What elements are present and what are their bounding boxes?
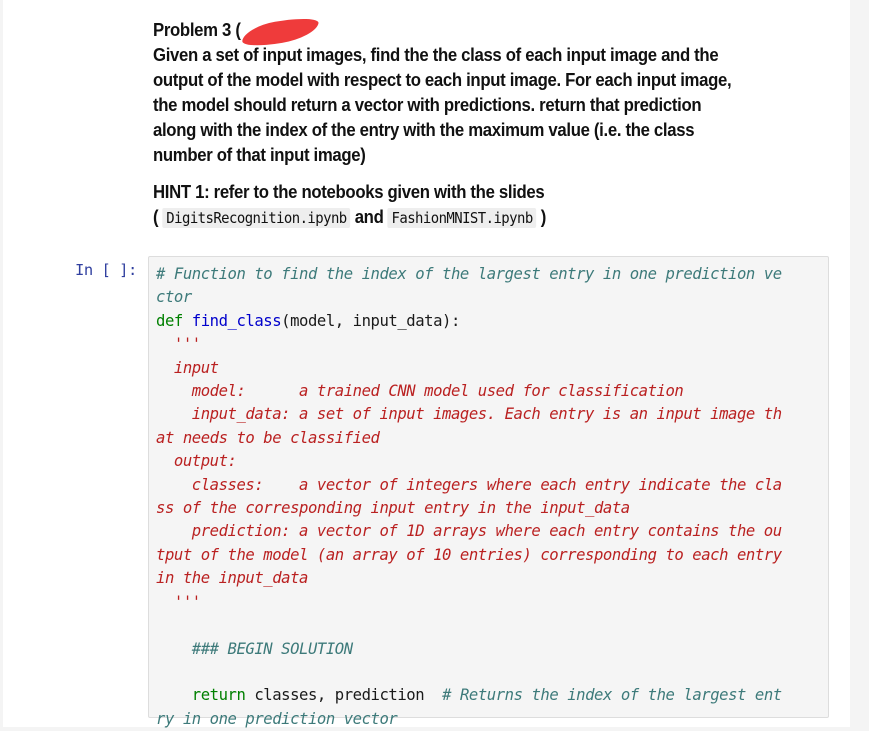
code-docstring: model: a trained CNN model used for clas…: [156, 382, 684, 401]
code-docstring: at needs to be classified: [156, 428, 380, 447]
problem-title-prefix: Problem 3 (: [153, 20, 241, 40]
code-keyword-return: return: [191, 686, 246, 705]
code-params: (model, input_data):: [281, 311, 460, 330]
code-docstring: in the input_data: [156, 569, 308, 588]
code-comment: # Returns the index of the largest ent: [442, 686, 782, 705]
code-comment: # Function to find the index of the larg…: [156, 265, 782, 283]
code-docstring: output:: [156, 452, 237, 471]
hint-paren-close: ): [536, 207, 547, 227]
code-return-values: classes, prediction: [245, 686, 443, 705]
code-docstring: classes: a vector of integers where each…: [156, 475, 782, 494]
hint-line: HINT 1: refer to the notebooks given wit…: [153, 182, 545, 202]
problem-description: Given a set of input images, find the th…: [153, 43, 823, 168]
hint: HINT 1: refer to the notebooks given wit…: [153, 180, 823, 231]
notebook-page: Problem 3 (): Given a set of input image…: [3, 0, 850, 728]
code-keyword-def: def: [156, 311, 183, 330]
hint-paren-open: (: [153, 207, 163, 227]
description-line: output of the model with respect to each…: [153, 70, 732, 90]
cell-prompt: In [ ]:: [75, 261, 137, 279]
code-docstring: ''': [156, 335, 201, 354]
problem-title: Problem 3 ():: [153, 14, 823, 50]
code-comment: ctor: [156, 288, 192, 307]
inline-code-fashion-notebook: FashionMNIST.ipynb: [387, 208, 537, 228]
code-docstring: prediction: a vector of 1D arrays where …: [156, 522, 782, 541]
hint-files-line: ( DigitsRecognition.ipynb and FashionMNI…: [153, 205, 823, 231]
code-cell-editor[interactable]: # Function to find the index of the larg…: [148, 256, 829, 728]
description-line: the model should return a vector with pr…: [153, 95, 702, 115]
code-comment: ry in one prediction vector: [156, 709, 398, 728]
code-docstring: tput of the model (an array of 10 entrie…: [156, 545, 782, 564]
markdown-cell[interactable]: Problem 3 (): Given a set of input image…: [153, 14, 823, 231]
inline-code-digits-notebook: DigitsRecognition.ipynb: [162, 208, 351, 228]
description-line: along with the index of the entry with t…: [153, 120, 695, 140]
description-line: number of that input image): [153, 145, 366, 165]
description-line: Given a set of input images, find the th…: [153, 45, 719, 65]
code-docstring: input_data: a set of input images. Each …: [156, 405, 782, 424]
code-content[interactable]: # Function to find the index of the larg…: [156, 263, 782, 731]
code-docstring: ss of the corresponding input entry in t…: [156, 499, 630, 518]
code-comment-begin-solution: ### BEGIN SOLUTION: [156, 639, 353, 658]
hint-and: and: [350, 207, 388, 227]
code-docstring: input: [156, 358, 219, 377]
code-docstring: ''': [156, 592, 201, 611]
code-function-name: find_class: [191, 311, 282, 330]
